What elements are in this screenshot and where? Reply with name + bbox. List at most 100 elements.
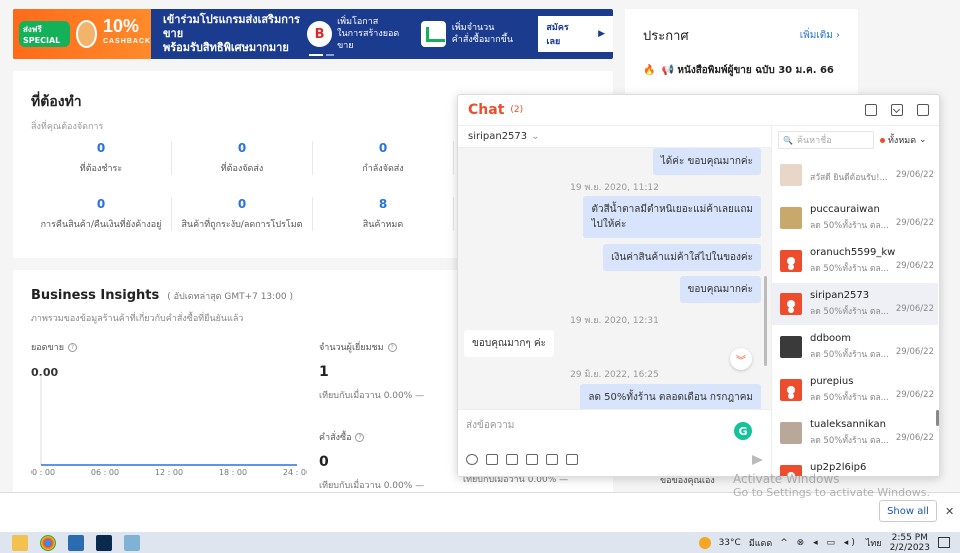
message-input[interactable]: ส่งข้อความ	[466, 418, 514, 433]
contact-filter-dropdown[interactable]: ทั้งหมด ⌄	[880, 133, 927, 147]
app-icon[interactable]	[124, 534, 140, 551]
close-icon[interactable]: ✕	[945, 505, 954, 518]
orders-value: 0	[319, 454, 329, 470]
contact-item[interactable]: purepius ลด 50%ทั้งร้าน ตล... 29/06/22	[772, 369, 938, 411]
conversation-user-selector[interactable]: siripan2573 ⌄	[458, 126, 771, 148]
contact-item[interactable]: siripan2573 ลด 50%ทั้งร้าน ตล... 29/06/22	[772, 283, 938, 325]
video-icon[interactable]	[506, 454, 518, 465]
activate-windows-watermark: Activate Windows Go to Settings to activ…	[733, 472, 931, 499]
conversation-pane: siripan2573 ⌄ ได้ค่ะ ขอบคุณมากค่ะ 19 พ.ย.…	[458, 126, 771, 410]
contact-item[interactable]: สวัสดี ยินดีต้อนรับ!... 29/06/22	[772, 154, 938, 196]
store-icon[interactable]	[68, 534, 84, 551]
x-tick-label: 24 : 00	[283, 468, 307, 475]
contact-preview: ลด 50%ทั้งร้าน ตล...	[810, 307, 889, 317]
contact-item[interactable]: ddboom ลด 50%ทั้งร้าน ตล... 29/06/22	[772, 326, 938, 368]
contact-item[interactable]: oranuch5599_kw ลด 50%ทั้งร้าน ตล... 29/06/…	[772, 240, 938, 282]
contact-name: tualeksannikan	[810, 419, 886, 430]
avatar	[780, 293, 802, 315]
weather-icon[interactable]	[698, 536, 711, 549]
cashback-label: 10% CASHBACK	[102, 16, 151, 45]
send-icon[interactable]	[752, 455, 763, 465]
notification-icon[interactable]	[938, 537, 950, 548]
sales-metric[interactable]: ยอดขาย? 0.00	[31, 340, 78, 379]
tray-icons[interactable]: ^ ⊗ ◂ ▭ ◂)	[780, 538, 858, 548]
b-badge-icon: B	[307, 21, 333, 47]
show-all-button[interactable]: Show all	[879, 500, 937, 522]
contact-date: 29/06/22	[895, 169, 934, 180]
message-bubble-out: ตัวสีน้ำตาลมีตำหนิเยอะแม่ค้าเลยแถม ไปให้ค…	[583, 196, 761, 238]
message-timestamp: 19 พ.ย. 2020, 12:31	[570, 316, 659, 326]
grammarly-icon[interactable]: G	[734, 422, 752, 440]
visitors-metric[interactable]: จำนวนผู้เยี่ยมชม? 1 เทียบกับเมื่อวาน 0.0…	[319, 340, 424, 402]
help-icon[interactable]: ?	[387, 342, 397, 352]
product-icon[interactable]	[526, 454, 538, 465]
chrome-icon[interactable]	[40, 534, 56, 551]
mascot-icon	[75, 20, 97, 48]
contact-name: siripan2573	[810, 290, 870, 301]
todo-item-shipping[interactable]: 0 กำลังจัดส่ง	[313, 141, 454, 175]
x-tick-label: 06 : 00	[91, 468, 119, 475]
order-icon[interactable]	[546, 454, 558, 465]
message-bubble-out: เงินค่าสินค้าแม่ค้าใส่ไปในของค่ะ	[603, 244, 761, 271]
special-badge: ส่งฟรี SPECIAL	[19, 21, 70, 47]
expand-icon[interactable]	[865, 104, 877, 116]
announcement-more-link[interactable]: เพิ่มเติม ›	[800, 28, 840, 43]
lightroom-icon[interactable]	[96, 534, 112, 551]
help-icon[interactable]: ?	[68, 342, 78, 352]
banner-dot[interactable]	[309, 54, 323, 56]
todo-item-returns[interactable]: 0 การคืนสินค้า/คืนเงินที่ยังค้างอยู่	[31, 197, 172, 231]
contact-preview: ลด 50%ทั้งร้าน ตล...	[810, 264, 889, 274]
message-list[interactable]: ได้ค่ะ ขอบคุณมากค่ะ 19 พ.ย. 2020, 11:12 …	[458, 148, 771, 410]
minimize-icon[interactable]	[891, 104, 903, 116]
emoji-icon[interactable]	[466, 454, 478, 465]
sticker-icon[interactable]	[566, 454, 578, 465]
banner-pagination[interactable]	[309, 54, 334, 56]
chat-header: Chat (2)	[458, 95, 939, 126]
visitors-compare: เทียบกับเมื่อวาน 0.00% —	[319, 391, 425, 401]
chat-unread-count: (2)	[510, 105, 524, 115]
chart-up-icon	[420, 21, 446, 47]
insights-updated: ( อัปเดทล่าสุด GMT+7 13:00 )	[167, 292, 294, 302]
language-indicator[interactable]: ไทย	[866, 536, 882, 550]
todo-item-suspended[interactable]: 0 สินค้าที่ถูกระงับ/ลดการโปรโมต	[172, 197, 313, 231]
background-text: ขอของคุณเอง	[660, 476, 715, 486]
message-timestamp: 19 พ.ย. 2020, 11:12	[570, 183, 659, 193]
todo-item-sold-out[interactable]: 8 สินค้าหมด	[313, 197, 454, 231]
avatar	[780, 379, 802, 401]
avatar	[780, 336, 802, 358]
avatar	[780, 422, 802, 444]
help-icon[interactable]: ?	[355, 432, 365, 442]
banner-benefit-1: เพิ่มโอกาส ในการสร้างยอดขาย	[337, 17, 400, 51]
avatar	[780, 164, 802, 186]
banner-signup-button[interactable]: สมัครเลย ▶	[538, 16, 613, 52]
message-scrollbar[interactable]	[764, 276, 767, 366]
chat-window[interactable]: Chat (2) siripan2573 ⌄ ได้ค่ะ ขอบคุณมากค่…	[457, 94, 940, 477]
popout-icon[interactable]	[917, 104, 929, 116]
promo-banner[interactable]: ส่งฟรี SPECIAL 10% CASHBACK เข้าร่วมโปรแ…	[13, 9, 613, 59]
contact-name: purepius	[810, 376, 854, 387]
todo-item-to-ship[interactable]: 0 ที่ต้องจัดส่ง	[172, 141, 313, 175]
search-icon: 🔍	[783, 135, 793, 145]
announcement-item[interactable]: 🔥 📢 หนังสือพิมพ์ผู้ขาย ฉบับ 30 ม.ค. 66	[643, 64, 840, 78]
image-icon[interactable]	[486, 454, 498, 465]
contact-date: 29/06/22	[895, 347, 934, 357]
message-bubble-in: ขอบคุณมากๆ ค่ะ	[464, 330, 555, 357]
message-bubble-out: ได้ค่ะ ขอบคุณมากค่ะ	[652, 148, 761, 175]
contact-preview: สวัสดี ยินดีต้อนรับ!...	[810, 172, 888, 183]
message-composer: ส่งข้อความ G	[458, 409, 771, 476]
contact-item[interactable]: puccauraiwan ลด 50%ทั้งร้าน ตล... 29/06/22	[772, 197, 938, 239]
banner-dot[interactable]	[326, 54, 334, 56]
x-tick-label: 12 : 00	[155, 468, 183, 475]
contact-search-input[interactable]: 🔍 ค้นหาชื่อ	[778, 131, 874, 149]
fire-icon: 🔥	[643, 65, 656, 76]
announcement-title: ประกาศ	[643, 29, 689, 44]
contact-name: oranuch5599_kw	[810, 247, 896, 258]
temperature: 33°C	[718, 537, 741, 548]
orders-metric[interactable]: คำสั่งซื้อ? 0 เทียบกับเมื่อวาน 0.00% —	[319, 430, 424, 492]
clock[interactable]: 2:55 PM 2/2/2023	[890, 533, 930, 553]
contact-scrollbar[interactable]	[936, 410, 939, 426]
todo-item-unpaid[interactable]: 0 ที่ต้องชำระ	[31, 141, 172, 175]
contact-item[interactable]: tualeksannikan ลด 50%ทั้งร้าน ตล... 29/06/…	[772, 412, 938, 454]
file-explorer-icon[interactable]	[12, 534, 28, 551]
scroll-down-icon[interactable]: ︾	[730, 348, 752, 370]
